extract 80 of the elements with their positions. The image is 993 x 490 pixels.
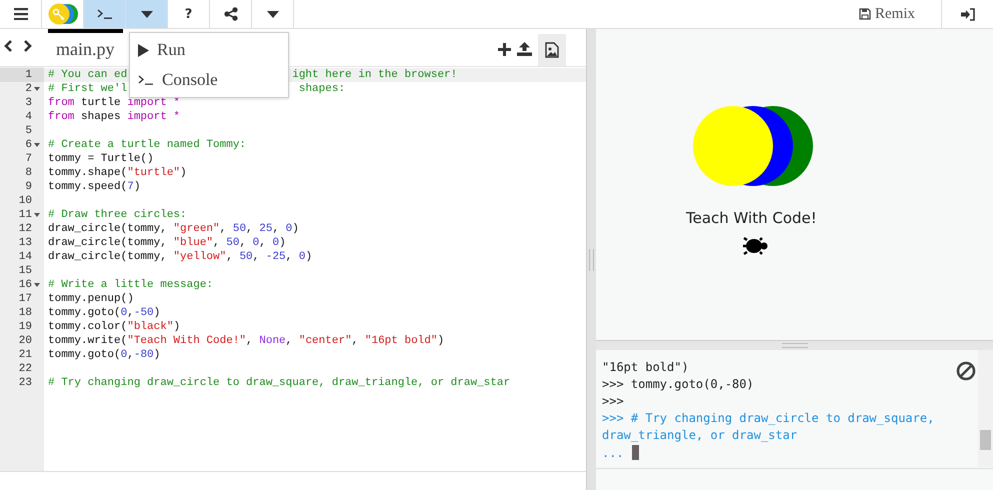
menu-label: Console (162, 70, 218, 90)
caret-icon (140, 10, 152, 18)
clear-icon[interactable] (956, 361, 976, 381)
code-line: # Write a little message: (48, 278, 214, 292)
code-line: # Try changing draw_circle to draw_square, draw_triangle, or draw_star (48, 376, 510, 390)
save-icon (859, 8, 871, 20)
fold-icon[interactable] (34, 143, 40, 147)
console-line: >>> # Try changing draw_circle to draw_square, (602, 410, 936, 427)
add-icon[interactable] (498, 43, 511, 56)
code-line: tommy.write("Teach With Code!", None, "center", "16pt bold") (48, 334, 444, 348)
sign-in-icon (960, 8, 974, 20)
fold-icon[interactable] (34, 87, 40, 91)
code-line: draw_circle(tommy, "blue", 50, 0, 0) (48, 236, 286, 250)
menu-item[interactable]: Run (130, 35, 288, 65)
menu-label: Run (157, 40, 186, 60)
code-line: # Draw three circles: (48, 208, 187, 222)
code-line: tommy.penup() (48, 292, 134, 306)
caret-icon (266, 10, 278, 18)
menu-icon (14, 8, 28, 20)
line-number: 17 (18, 292, 32, 306)
line-number: 4 (25, 110, 32, 124)
image-file-icon (545, 42, 559, 58)
text-cursor (632, 445, 639, 460)
share-icon (224, 7, 238, 21)
line-number: 16 (18, 278, 32, 292)
fold-icon[interactable] (34, 213, 40, 217)
terminal-icon (138, 75, 154, 85)
code-line: tommy = Turtle() (48, 152, 154, 166)
line-number: 6 (25, 138, 32, 152)
play-icon (138, 44, 149, 56)
line-number: 5 (25, 124, 32, 138)
fold-icon[interactable] (34, 283, 40, 287)
scrollbar[interactable] (978, 350, 993, 467)
code-line: shapes: (298, 82, 346, 96)
console-line: draw_triangle, or draw_star (602, 427, 798, 444)
line-number: 19 (18, 320, 32, 334)
line-number: 10 (18, 194, 32, 208)
canvas-text: Teach With Code! (686, 209, 817, 227)
code-line: # Create a turtle named Tommy: (48, 138, 246, 152)
menu-item[interactable]: Console (130, 65, 288, 95)
line-number: 2 (25, 82, 32, 96)
console-line: >>> tommy.goto(0,-80) (602, 376, 755, 393)
code-line: # You can ed (48, 68, 128, 82)
line-number: 20 (18, 334, 32, 348)
line-number: 11 (18, 208, 32, 222)
terminal-icon (96, 9, 112, 19)
line-number: 23 (18, 376, 32, 390)
line-number: 18 (18, 306, 32, 320)
console-button[interactable] (84, 0, 126, 28)
line-number: 7 (25, 152, 32, 166)
line-number: 3 (25, 96, 32, 110)
console-line: >>> (602, 393, 625, 410)
code-line: tommy.shape("turtle") (48, 166, 187, 180)
code-line: ight here in the browser! (292, 68, 458, 82)
console-prompt: ... (602, 446, 624, 460)
line-number: 1 (25, 68, 32, 82)
line-number: 15 (18, 264, 32, 278)
line-number: 22 (18, 362, 32, 376)
line-number: 8 (25, 166, 32, 180)
line-number: 13 (18, 236, 32, 250)
code-line: draw_circle(tommy, "yellow", 50, -25, 0) (48, 250, 312, 264)
splitter-handle[interactable] (589, 248, 594, 270)
code-line: tommy.color("black") (48, 320, 180, 334)
code-line: from shapes import * (48, 110, 180, 124)
code-line: draw_circle(tommy, "green", 50, 25, 0) (48, 222, 299, 236)
console-line: "16pt bold") (602, 359, 690, 376)
code-line: tommy.goto(0,-80) (48, 348, 160, 362)
code-line: tommy.goto(0,-50) (48, 306, 160, 320)
line-number: 9 (25, 180, 32, 194)
code-line: tommy.speed(7) (48, 180, 140, 194)
line-number: 14 (18, 250, 32, 264)
turtle-icon (743, 237, 769, 255)
dropdown-button[interactable] (126, 0, 168, 28)
line-number: 12 (18, 222, 32, 236)
line-number: 21 (18, 348, 32, 362)
image-button[interactable] (538, 34, 566, 66)
code-line: # First we'l (48, 82, 128, 96)
splitter-handle[interactable] (782, 343, 808, 348)
upload-icon[interactable] (517, 42, 532, 56)
key-logo-icon (46, 3, 78, 25)
